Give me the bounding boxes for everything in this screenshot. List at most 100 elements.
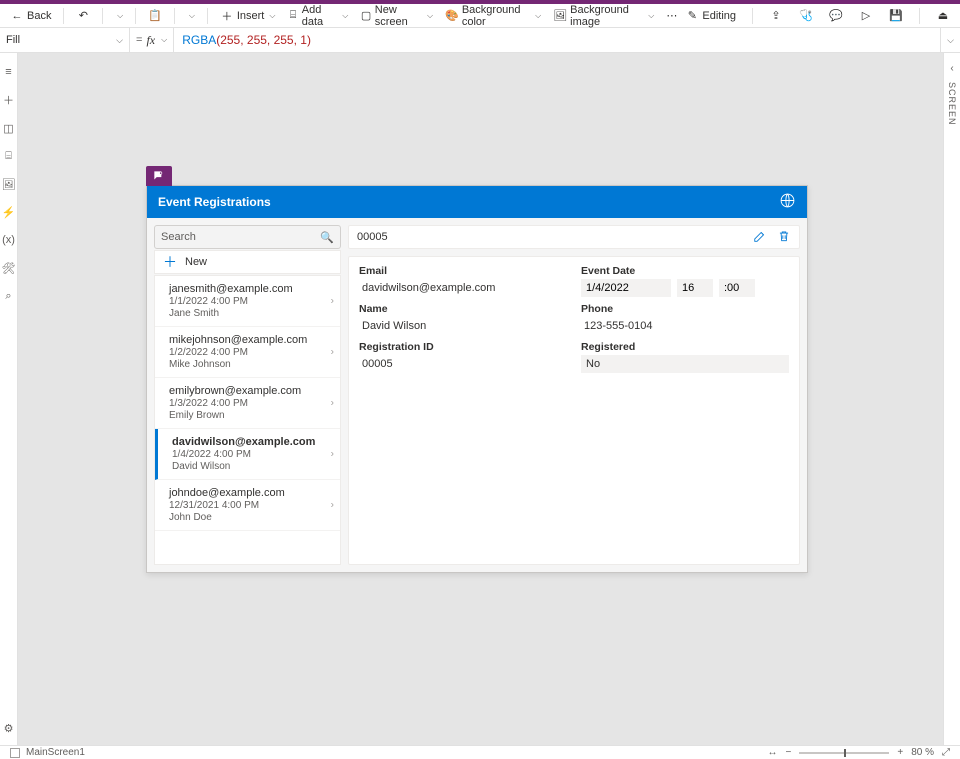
edit-record-button[interactable] (753, 229, 767, 246)
paint-icon: 🎨 (445, 9, 459, 23)
clipboard-icon: 📋 (148, 9, 162, 23)
list-item-email: johndoe@example.com (169, 487, 330, 499)
list-item[interactable]: emilybrown@example.com1/3/2022 4:00 PMEm… (155, 378, 340, 429)
undo-icon: ↶ (76, 9, 90, 23)
list-item[interactable]: mikejohnson@example.com1/2/2022 4:00 PMM… (155, 327, 340, 378)
new-record-button[interactable]: ＋ New (154, 250, 341, 274)
status-bar: MainScreen1 ↔ − + 80 % ⤢ (0, 745, 960, 759)
chevron-down-icon: ⌵ (189, 11, 195, 21)
plus-icon: ＋ (163, 252, 177, 272)
new-label: New (185, 256, 207, 268)
detail-header: 00005 (348, 225, 800, 249)
eventdate-hour-input[interactable]: 16 (677, 279, 713, 297)
formula-input[interactable]: RGBA(255, 255, 255, 1) (174, 28, 940, 52)
registered-value[interactable]: No (581, 355, 789, 373)
chevron-right-icon: › (331, 296, 334, 307)
pencil-icon: ✎ (685, 9, 699, 23)
list-item[interactable]: davidwilson@example.com1/4/2022 4:00 PMD… (155, 429, 340, 480)
bg-image-label: Background image (570, 4, 643, 28)
globe-icon (779, 192, 796, 209)
add-data-button[interactable]: ⌸ Add data ⌵ (283, 2, 352, 30)
chevron-down-icon[interactable]: ⌵ (161, 35, 167, 45)
save-icon: 💾 (889, 9, 903, 23)
tree-plus-icon[interactable]: ＋ (2, 93, 16, 107)
list-item-name: Emily Brown (169, 410, 330, 421)
advanced-tools-icon[interactable]: 🛠 (2, 261, 16, 275)
data-pane-icon[interactable]: ⌸ (2, 149, 16, 163)
settings-icon[interactable]: ⚙ (2, 721, 16, 735)
record-list: janesmith@example.com1/1/2022 4:00 PMJan… (154, 275, 341, 565)
fx-icon[interactable]: fx (146, 33, 155, 48)
copilot-fab[interactable] (146, 166, 172, 186)
editing-mode-button[interactable]: ✎ Editing (681, 7, 740, 25)
formula-expand-button[interactable]: ⌵ (940, 28, 960, 52)
preview-button[interactable]: ▷ (855, 7, 877, 25)
phone-value: 123-555-0104 (581, 317, 789, 335)
share-button[interactable]: ⇪ (765, 7, 787, 25)
hamburger-icon[interactable]: ≡ (2, 65, 16, 79)
checker-button[interactable]: 🩺 (795, 7, 817, 25)
list-item[interactable]: johndoe@example.com12/31/2021 4:00 PMJoh… (155, 480, 340, 531)
eventdate-min-input[interactable]: :00 (719, 279, 755, 297)
regid-value: 00005 (359, 355, 567, 373)
back-arrow-icon: ← (10, 9, 24, 23)
comments-button[interactable]: 💬 (825, 7, 847, 25)
eventdate-date-input[interactable]: 1/4/2022 (581, 279, 671, 297)
bg-image-button[interactable]: 🖼 Background image ⌵ (549, 2, 658, 30)
share-icon: ⇪ (769, 9, 783, 23)
collapse-properties-button[interactable]: ‹ (950, 63, 953, 74)
list-item[interactable]: janesmith@example.com1/1/2022 4:00 PMJan… (155, 276, 340, 327)
chevron-down-icon: ⌵ (535, 11, 541, 21)
detail-panel: 00005 Email (348, 225, 800, 565)
undo-button[interactable]: ↶ (72, 7, 94, 25)
play-icon: ▷ (859, 9, 873, 23)
email-value: davidwilson@example.com (359, 279, 567, 297)
zoom-out-button[interactable]: − (786, 747, 792, 758)
chevron-down-icon: ⌵ (269, 11, 275, 21)
ellipsis-icon: ⋯ (666, 9, 677, 22)
search-pane-icon[interactable]: ⌕ (2, 289, 16, 303)
fx-block: = fx ⌵ (130, 28, 174, 52)
delete-record-button[interactable] (777, 229, 791, 246)
back-button[interactable]: ← Back (6, 7, 55, 25)
list-item-date: 1/1/2022 4:00 PM (169, 296, 330, 307)
bg-color-button[interactable]: 🎨 Background color ⌵ (441, 2, 545, 30)
paste-button[interactable]: 📋 (144, 7, 166, 25)
app-screen[interactable]: Event Registrations Search 🔍 ＋ New (146, 185, 808, 573)
select-screen-checkbox[interactable] (10, 748, 20, 758)
image-icon: 🖼 (553, 9, 567, 23)
zoom-slider[interactable] (799, 752, 889, 754)
paste-more-button[interactable]: ⌵ (183, 9, 199, 23)
insert-pane-icon[interactable]: ◫ (2, 121, 16, 135)
chevron-right-icon: › (331, 500, 334, 511)
fit-to-window-button[interactable]: ⤢ (942, 747, 950, 758)
list-item-name: Jane Smith (169, 308, 330, 319)
new-screen-button[interactable]: ▢ New screen ⌵ (356, 2, 437, 30)
property-selector[interactable]: Fill (0, 28, 130, 52)
variables-icon[interactable]: (x) (2, 233, 16, 247)
media-pane-icon[interactable]: 🖼 (2, 177, 16, 191)
screen-name[interactable]: MainScreen1 (26, 747, 85, 758)
app-title: Event Registrations (158, 195, 271, 209)
chevron-down-icon: ⌵ (342, 11, 348, 21)
publish-button[interactable]: ⏏ (932, 7, 954, 25)
search-input[interactable]: Search 🔍 (154, 225, 341, 249)
list-item-name: John Doe (169, 512, 330, 523)
app-header: Event Registrations (147, 186, 807, 218)
globe-button[interactable] (779, 192, 796, 212)
list-item-name: Mike Johnson (169, 359, 330, 370)
orientation-toggle[interactable]: ↔ (768, 747, 778, 758)
name-value: David Wilson (359, 317, 567, 335)
list-item-date: 1/2/2022 4:00 PM (169, 347, 330, 358)
undo-more-button[interactable]: ⌵ (111, 9, 127, 23)
power-automate-icon[interactable]: ⚡ (2, 205, 16, 219)
pencil-icon (753, 229, 767, 243)
overflow-button[interactable]: ⋯ (662, 7, 681, 24)
canvas-area[interactable]: Event Registrations Search 🔍 ＋ New (18, 53, 943, 745)
registered-label: Registered (581, 341, 789, 353)
zoom-value: 80 % (911, 747, 934, 758)
save-button[interactable]: 💾 (885, 7, 907, 25)
insert-button[interactable]: ＋ Insert ⌵ (216, 7, 280, 25)
chevron-down-icon: ⌵ (947, 35, 954, 46)
zoom-in-button[interactable]: + (897, 747, 903, 758)
